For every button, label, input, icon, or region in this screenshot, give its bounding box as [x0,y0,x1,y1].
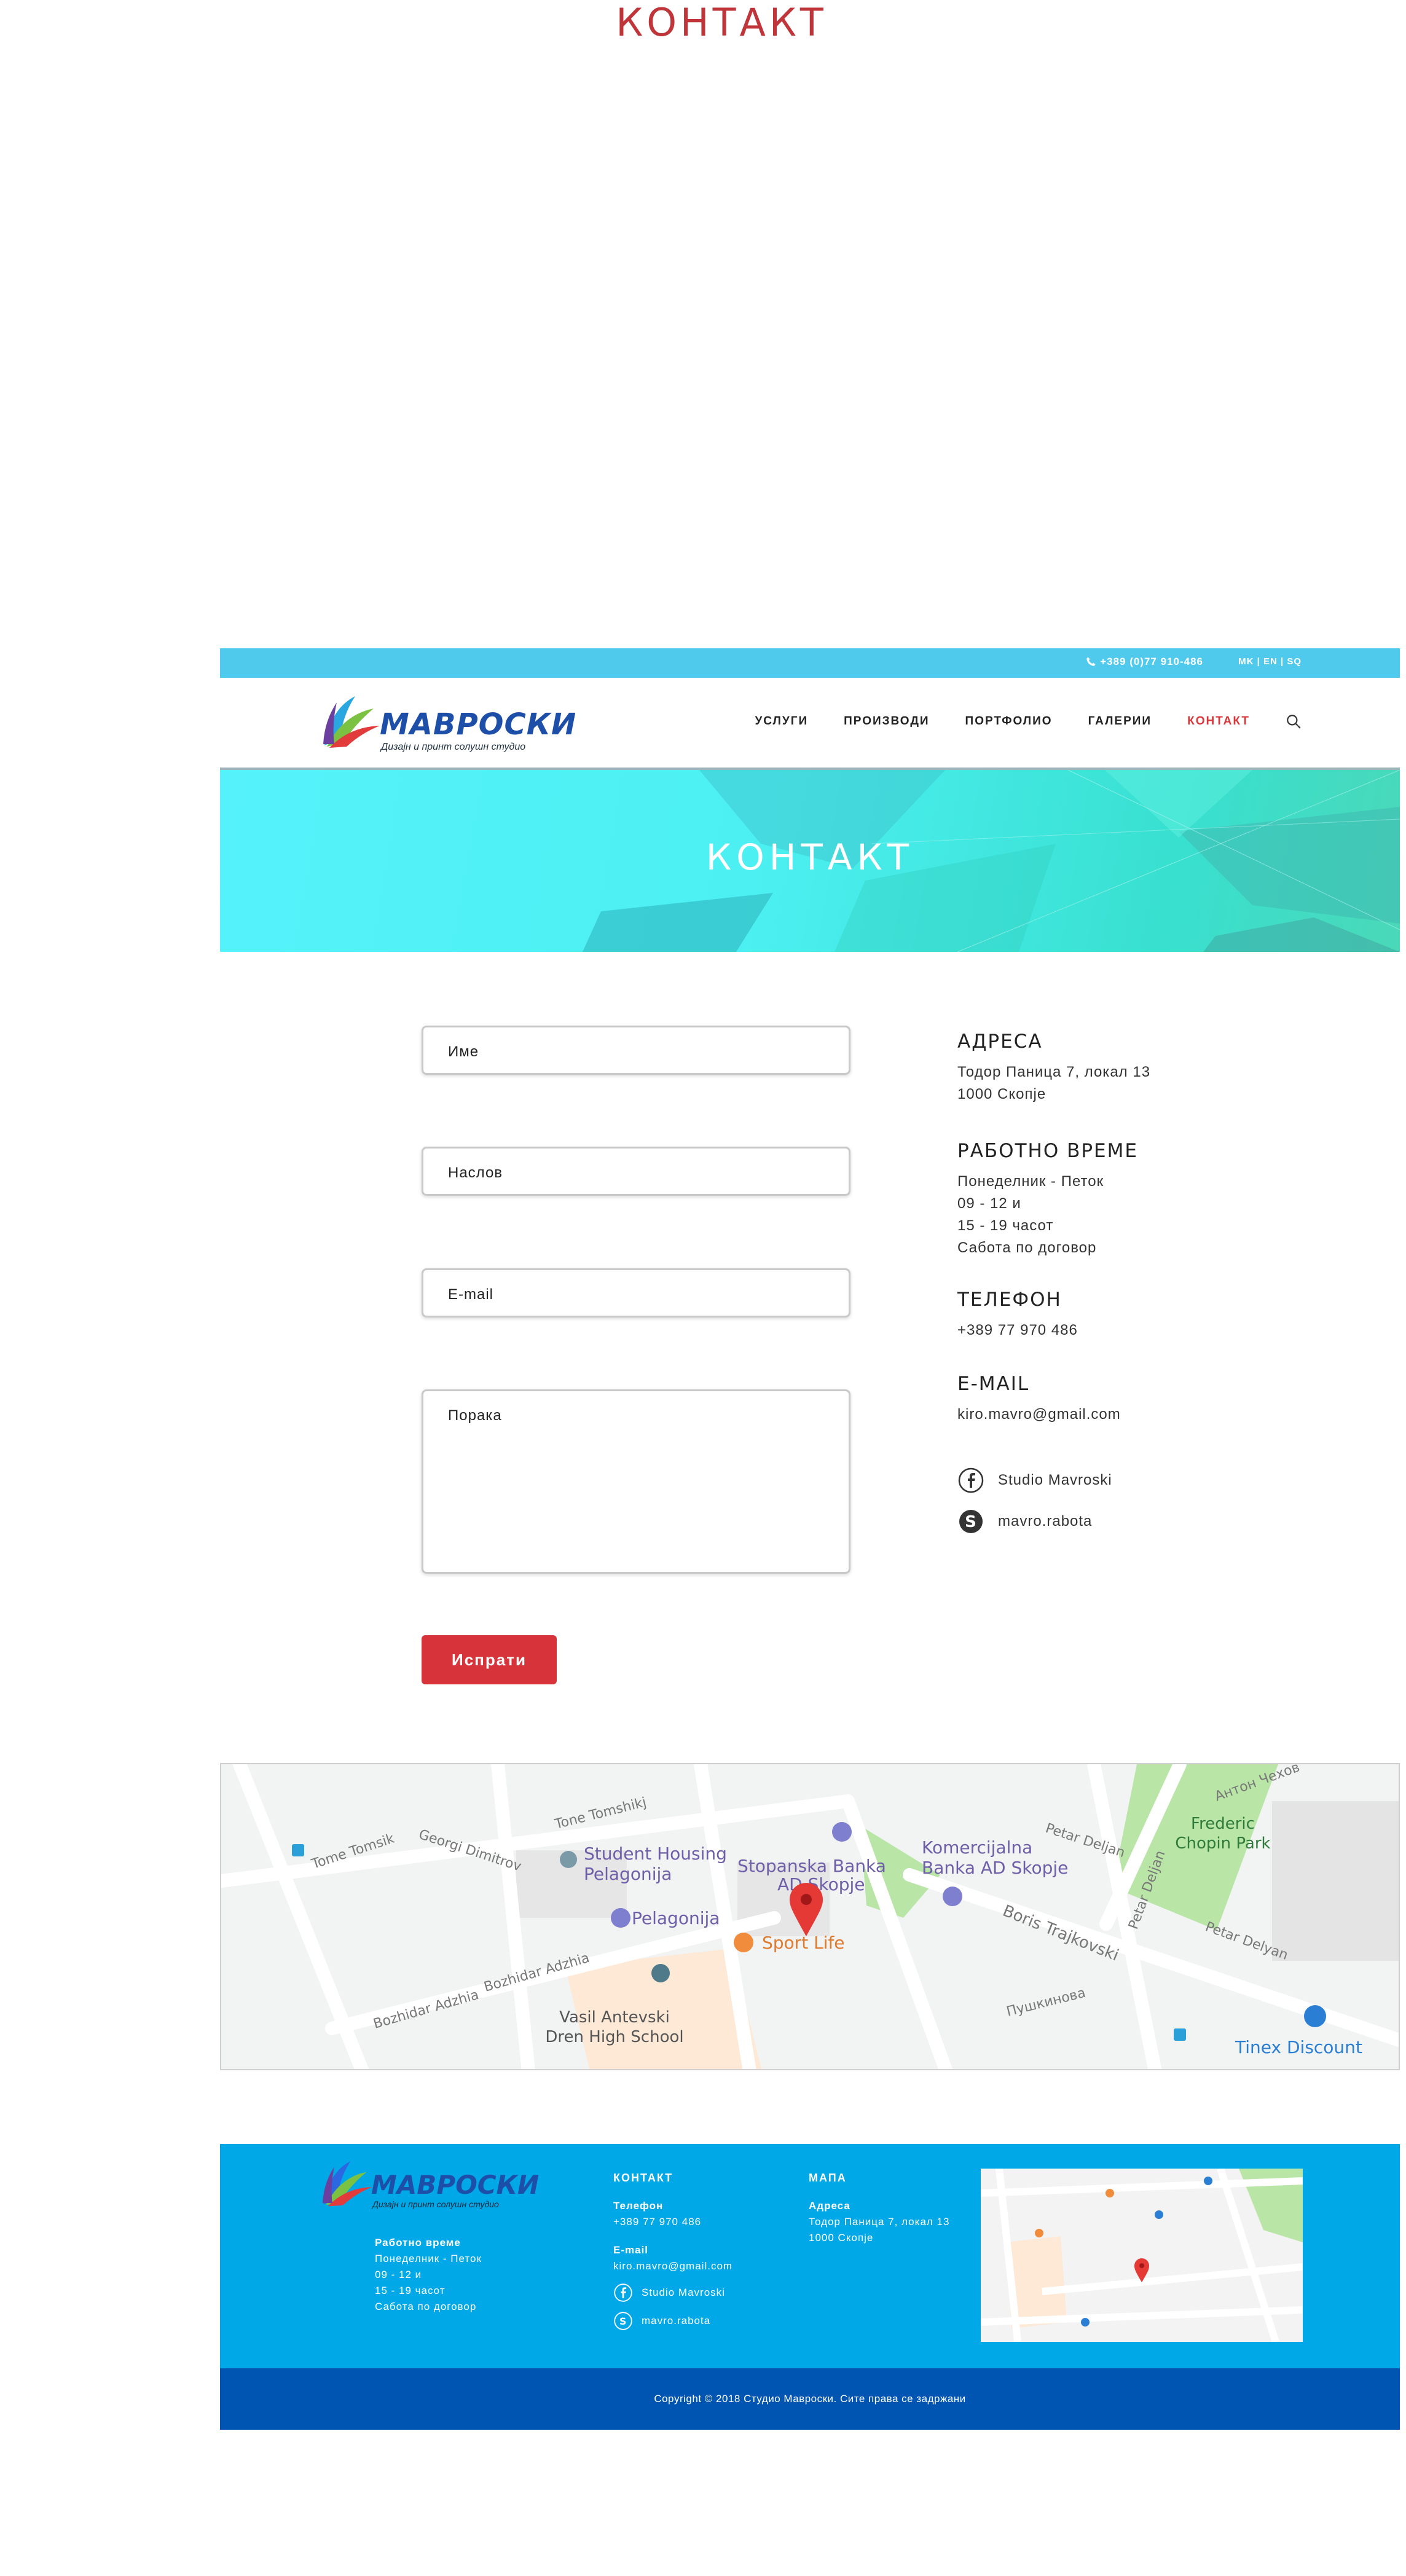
search-icon[interactable] [1286,713,1302,729]
footer-facebook-link[interactable]: Studio Mavroski [613,2283,732,2303]
skype-icon: S [959,1510,983,1533]
footer-mini-map[interactable] [981,2169,1303,2342]
svg-text:S: S [965,1513,977,1531]
svg-text:S: S [619,2315,627,2327]
footer-address-label: Адреса [809,2200,850,2212]
footer-hours-line-1: Понеделник - Петок [375,2253,482,2264]
nav-item-contact[interactable]: КОНТАКТ [1187,715,1250,728]
phone-block: ТЕЛЕФОН +389 77 970 486 [957,1289,1302,1341]
banner-title: КОНТАКТ [705,836,914,878]
address-heading: АДРЕСА [957,1031,1043,1053]
email-value[interactable]: kiro.mavro@gmail.com [957,1404,1302,1426]
address-line-2: 1000 Скопје [957,1086,1047,1102]
map-poi-label: Sport Life [762,1933,845,1953]
map-park-label: Chopin Park [1175,1834,1270,1853]
map-poi-label: Vasil Antevski [559,2008,670,2027]
site-preview: +389 (0)77 910-486 MK | EN | SQ МАВРОСКИ… [220,648,1400,2430]
logo-wordmark: МАВРОСКИ [380,707,577,742]
site-footer: МАВРОСКИ Дизајн и принт солушн студио Ра… [220,2144,1400,2368]
mini-map-canvas [981,2169,1303,2342]
facebook-link[interactable]: Studio Mavroski [957,1467,1112,1494]
footer-address-line-2: 1000 Скопје [809,2232,874,2244]
map-poi-label: Student Housing [584,1844,727,1864]
email-heading: E-MAIL [957,1373,1030,1395]
top-bar: +389 (0)77 910-486 MK | EN | SQ [220,648,1400,678]
map-poi-label: Pelagonija [632,1908,720,1928]
footer-hours-line-4: Сабота по договор [375,2301,477,2312]
address-block: АДРЕСА Тодор Паница 7, локал 13 1000 Ско… [957,1031,1302,1105]
footer-logo[interactable]: МАВРОСКИ Дизајн и принт солушн студио [318,2155,539,2210]
footer-hours: Работно време Понеделник - Петок 09 - 12… [375,2235,482,2315]
email-input[interactable]: E-mail [422,1268,850,1317]
contact-section: Име Наслов E-mail Порака Испрати АДРЕСА … [220,952,1400,1763]
skype-icon: S [614,2312,632,2330]
facebook-icon [614,2283,632,2302]
footer-address-line-1: Тодор Паница 7, локал 13 [809,2216,950,2228]
map-poi-label: Dren High School [545,2028,683,2046]
map-park-label: Frederic [1191,1815,1255,1833]
copyright-bar: Copyright © 2018 Студио Мавроски. Сите п… [220,2368,1400,2430]
hours-heading: РАБОТНО ВРЕМЕ [957,1140,1138,1162]
map-poi-label: Tinex Discount [1235,2037,1362,2057]
hours-line-4: Сабота по договор [957,1239,1097,1256]
skype-label: mavro.rabota [998,1513,1093,1530]
footer-map-info: МАПА Адреса Тодор Паница 7, локал 13 100… [809,2170,949,2246]
location-map[interactable]: Tome Tomsik Georgi Dimitrov Tone Tomshik… [220,1763,1400,2070]
map-poi-label: Pelagonija [584,1864,672,1884]
footer-contact-title: КОНТАКТ [613,2172,674,2184]
logo-tagline: Дизајн и принт солушн студио [381,742,526,752]
logo-wing-icon [323,696,380,748]
footer-email-label: E-mail [613,2244,649,2256]
facebook-icon [958,1467,984,1493]
footer-logo-wordmark: МАВРОСКИ [371,2170,540,2200]
phone-icon [1086,657,1096,666]
map-spacer [220,2070,1400,2144]
footer-logo-tagline: Дизајн и принт солушн студио [372,2199,499,2209]
footer-facebook-label: Studio Mavroski [642,2287,725,2298]
site-header: МАВРОСКИ Дизајн и принт солушн студио УС… [220,678,1400,770]
footer-phone-label: Телефон [613,2200,664,2212]
logo-wing-icon [322,2161,372,2207]
footer-skype-label: mavro.rabota [642,2315,711,2327]
email-block: E-MAIL kiro.mavro@gmail.com [957,1373,1302,1426]
skype-link[interactable]: S mavro.rabota [957,1508,1092,1535]
language-switcher[interactable]: MK | EN | SQ [1238,656,1302,667]
phone-value[interactable]: +389 77 970 486 [957,1319,1302,1341]
hours-line-3: 15 - 19 часот [957,1217,1054,1234]
footer-map-title: МАПА [809,2172,847,2184]
message-textarea[interactable]: Порака [422,1389,850,1574]
subject-input[interactable]: Наслов [422,1147,850,1196]
site-logo[interactable]: МАВРОСКИ Дизајн и принт солушн студио [318,690,576,752]
topbar-phone-text: +389 (0)77 910-486 [1100,656,1203,667]
topbar-phone[interactable]: +389 (0)77 910-486 [1085,656,1203,668]
footer-email-value[interactable]: kiro.mavro@gmail.com [613,2258,732,2274]
address-line-1: Тодор Паница 7, локал 13 [957,1064,1151,1080]
nav-item-products[interactable]: ПРОИЗВОДИ [844,715,929,728]
map-poi-label: Banka AD Skopje [922,1858,1068,1878]
footer-hours-title: Работно време [375,2237,461,2248]
footer-hours-line-3: 15 - 19 часот [375,2285,446,2296]
map-poi-label: Komercijalna [922,1837,1032,1858]
nav-item-galleries[interactable]: ГАЛЕРИИ [1088,715,1152,728]
nav-item-services[interactable]: УСЛУГИ [755,715,808,728]
map-poi-label: AD Skopje [777,1874,865,1895]
hours-line-2: 09 - 12 и [957,1195,1021,1212]
hours-block: РАБОТНО ВРЕМЕ Понеделник - Петок 09 - 12… [957,1140,1302,1259]
nav-item-portfolio[interactable]: ПОРТФОЛИО [965,715,1053,728]
phone-heading: ТЕЛЕФОН [957,1289,1062,1311]
footer-contact: КОНТАКТ Телефон +389 77 970 486 E-mail k… [613,2170,732,2331]
main-nav: УСЛУГИ ПРОИЗВОДИ ПОРТФОЛИО ГАЛЕРИИ КОНТА… [755,713,1302,729]
footer-hours-line-2: 09 - 12 и [375,2269,422,2280]
page-banner: КОНТАКТ [220,770,1400,952]
page-heading: КОНТАКТ [616,0,827,45]
send-button[interactable]: Испрати [422,1635,557,1684]
footer-phone-value[interactable]: +389 77 970 486 [613,2214,732,2230]
facebook-label: Studio Mavroski [998,1472,1112,1488]
map-canvas: Tome Tomsik Georgi Dimitrov Tone Tomshik… [221,1764,1399,2069]
footer-skype-link[interactable]: S mavro.rabota [613,2311,732,2331]
name-input[interactable]: Име [422,1026,850,1075]
hours-line-1: Понеделник - Петок [957,1173,1104,1190]
map-poi-label: Stopanska Banka [737,1856,886,1876]
